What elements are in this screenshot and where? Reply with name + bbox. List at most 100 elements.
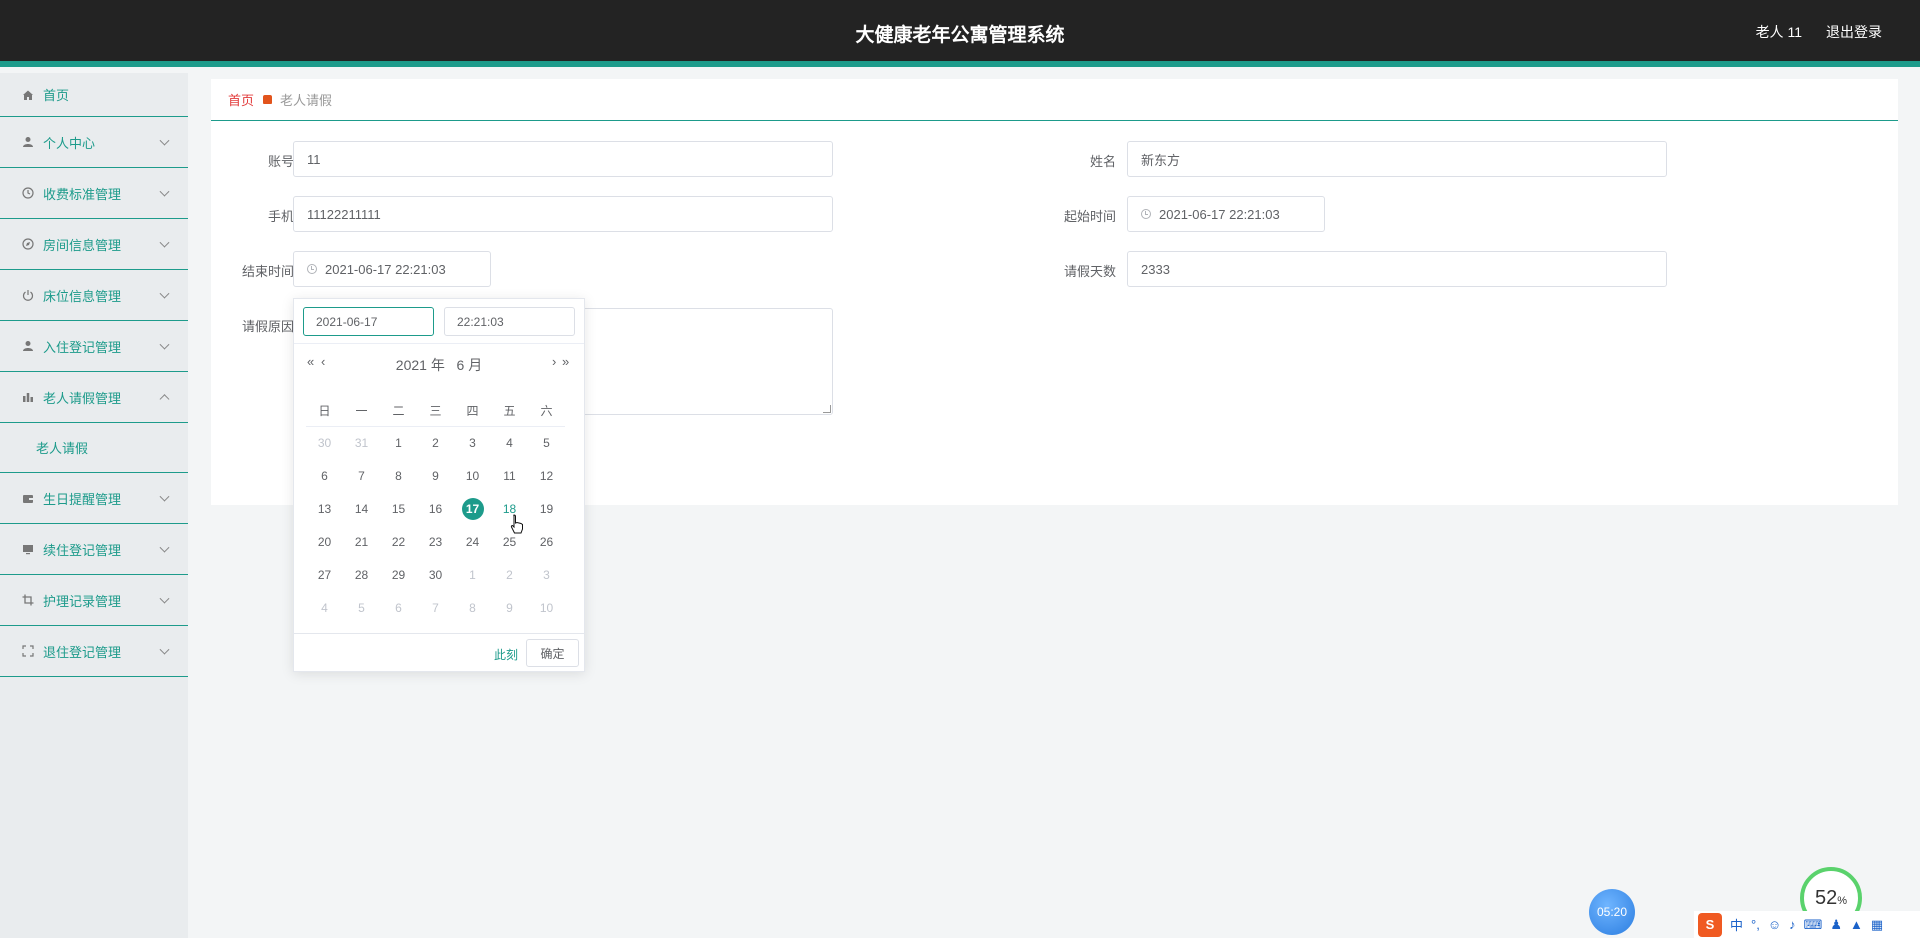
calendar-day-number: 29 bbox=[391, 567, 406, 582]
calendar-day[interactable]: 10 bbox=[528, 591, 565, 624]
calendar-day-number: 15 bbox=[391, 501, 406, 516]
calendar-day[interactable]: 3 bbox=[454, 426, 491, 459]
calendar-day[interactable]: 9 bbox=[491, 591, 528, 624]
weekday-header: 六 bbox=[528, 396, 565, 427]
calendar-day[interactable]: 2 bbox=[491, 558, 528, 591]
picker-header: 2021 年 6 月 bbox=[294, 355, 584, 375]
calendar-day[interactable]: 23 bbox=[417, 525, 454, 558]
sidebar-item-leave-management[interactable]: 老人请假管理 bbox=[0, 372, 188, 423]
calendar-day[interactable]: 31 bbox=[343, 426, 380, 459]
now-button[interactable]: 此刻 bbox=[494, 646, 518, 663]
sidebar-item-renewal[interactable]: 续住登记管理 bbox=[0, 524, 188, 575]
calendar-day-number: 4 bbox=[321, 600, 328, 615]
start-time-picker[interactable]: 2021-06-17 22:21:03 bbox=[1127, 196, 1325, 232]
calendar-day[interactable]: 28 bbox=[343, 558, 380, 591]
calendar-day[interactable]: 6 bbox=[380, 591, 417, 624]
monitor-icon bbox=[21, 542, 35, 556]
calendar-day[interactable]: 4 bbox=[306, 591, 343, 624]
sidebar-item-home[interactable]: 首页 bbox=[0, 73, 188, 117]
punctuation-icon[interactable]: °, bbox=[1751, 917, 1760, 932]
calendar-day[interactable]: 21 bbox=[343, 525, 380, 558]
calendar-day[interactable]: 1 bbox=[454, 558, 491, 591]
end-time-picker[interactable]: 2021-06-17 22:21:03 bbox=[293, 251, 491, 287]
picker-date-input[interactable]: 2021-06-17 bbox=[303, 307, 434, 336]
name-field[interactable]: 新东方 bbox=[1127, 141, 1667, 177]
chevron-down-icon bbox=[159, 288, 170, 299]
calendar-day[interactable]: 30 bbox=[306, 426, 343, 459]
calendar-day-number: 27 bbox=[317, 567, 332, 582]
next-year-icon[interactable]: » bbox=[562, 354, 569, 369]
calendar-day-number: 8 bbox=[469, 600, 476, 615]
calendar-day[interactable]: 1 bbox=[380, 426, 417, 459]
user-icon[interactable]: ♟ bbox=[1830, 917, 1842, 933]
calendar-day[interactable]: 26 bbox=[528, 525, 565, 558]
submenu-item-leave[interactable]: 老人请假 bbox=[0, 423, 188, 473]
resize-handle-icon[interactable] bbox=[823, 405, 831, 413]
calendar-day[interactable]: 13 bbox=[306, 492, 343, 525]
calendar-day[interactable]: 19 bbox=[528, 492, 565, 525]
sidebar-item-nursing[interactable]: 护理记录管理 bbox=[0, 575, 188, 626]
calendar-day[interactable]: 7 bbox=[417, 591, 454, 624]
microphone-icon[interactable]: ♪ bbox=[1789, 917, 1796, 932]
sidebar-item-checkin[interactable]: 入住登记管理 bbox=[0, 321, 188, 372]
calendar-day[interactable]: 10 bbox=[454, 459, 491, 492]
calendar-day[interactable]: 5 bbox=[528, 426, 565, 459]
calendar-day[interactable]: 3 bbox=[528, 558, 565, 591]
sidebar-item-fee-standard[interactable]: 收费标准管理 bbox=[0, 168, 188, 219]
top-header: 大健康老年公寓管理系统 老人 11 退出登录 bbox=[0, 0, 1920, 67]
calendar-day[interactable]: 2 bbox=[417, 426, 454, 459]
bar-chart-icon bbox=[21, 390, 35, 404]
next-month-icon[interactable]: › bbox=[552, 354, 556, 369]
sidebar-item-birthday[interactable]: 生日提醒管理 bbox=[0, 473, 188, 524]
picker-year[interactable]: 2021 年 bbox=[396, 357, 445, 373]
calendar-day[interactable]: 29 bbox=[380, 558, 417, 591]
account-field[interactable]: 11 bbox=[293, 141, 833, 177]
phone-label: 手机 bbox=[267, 209, 294, 224]
calendar-day[interactable]: 5 bbox=[343, 591, 380, 624]
logout-link[interactable]: 退出登录 bbox=[1826, 22, 1882, 42]
phone-field[interactable]: 11122211111 bbox=[293, 196, 833, 232]
calendar-day[interactable]: 24 bbox=[454, 525, 491, 558]
sidebar-item-checkout[interactable]: 退住登记管理 bbox=[0, 626, 188, 677]
calendar-day[interactable]: 9 bbox=[417, 459, 454, 492]
sidebar-item-personal-center[interactable]: 个人中心 bbox=[0, 117, 188, 168]
confirm-button[interactable]: 确定 bbox=[526, 639, 579, 667]
keyboard-icon[interactable]: ⌨ bbox=[1804, 917, 1823, 933]
calendar-day[interactable]: 15 bbox=[380, 492, 417, 525]
leave-reason-label: 请假原因 bbox=[241, 319, 294, 334]
skin-icon[interactable]: ▲ bbox=[1850, 917, 1863, 932]
calendar-day[interactable]: 8 bbox=[380, 459, 417, 492]
calendar-day[interactable]: 17 bbox=[454, 492, 491, 525]
home-icon bbox=[21, 88, 35, 102]
picker-footer: 此刻 确定 bbox=[294, 633, 584, 671]
leave-days-field[interactable]: 2333 bbox=[1127, 251, 1667, 287]
calendar-day-number: 6 bbox=[395, 600, 402, 615]
picker-month[interactable]: 6 月 bbox=[457, 357, 483, 373]
calendar-day[interactable]: 30 bbox=[417, 558, 454, 591]
calendar-day[interactable]: 16 bbox=[417, 492, 454, 525]
sidebar-item-room-info[interactable]: 房间信息管理 bbox=[0, 219, 188, 270]
calendar-day[interactable]: 8 bbox=[454, 591, 491, 624]
calendar-day-number: 24 bbox=[465, 534, 480, 549]
calendar-day[interactable]: 6 bbox=[306, 459, 343, 492]
calendar-day[interactable]: 22 bbox=[380, 525, 417, 558]
calendar-day[interactable]: 11 bbox=[491, 459, 528, 492]
sidebar-item-bed-info[interactable]: 床位信息管理 bbox=[0, 270, 188, 321]
sogou-logo-icon[interactable]: S bbox=[1698, 912, 1722, 937]
power-icon bbox=[21, 288, 35, 302]
sidebar: 首页 个人中心 收费标准管理 房间信息管理 床位信息管理 入住登记管理 老人请假… bbox=[0, 73, 188, 938]
ime-language[interactable]: 中 bbox=[1730, 915, 1743, 934]
calendar-day[interactable]: 4 bbox=[491, 426, 528, 459]
emoji-icon[interactable]: ☺ bbox=[1768, 917, 1781, 932]
weekday-header: 一 bbox=[343, 396, 380, 427]
calendar-day[interactable]: 7 bbox=[343, 459, 380, 492]
picker-time-input[interactable]: 22:21:03 bbox=[444, 307, 575, 336]
calendar-day[interactable]: 12 bbox=[528, 459, 565, 492]
calendar-day[interactable]: 20 bbox=[306, 525, 343, 558]
calendar-day[interactable]: 14 bbox=[343, 492, 380, 525]
calendar-day[interactable]: 27 bbox=[306, 558, 343, 591]
sidebar-item-label: 床位信息管理 bbox=[43, 288, 122, 304]
grid-menu-icon[interactable]: ▦ bbox=[1871, 917, 1883, 933]
timer-badge[interactable]: 05:20 bbox=[1589, 889, 1635, 935]
breadcrumb-home[interactable]: 首页 bbox=[228, 90, 254, 109]
